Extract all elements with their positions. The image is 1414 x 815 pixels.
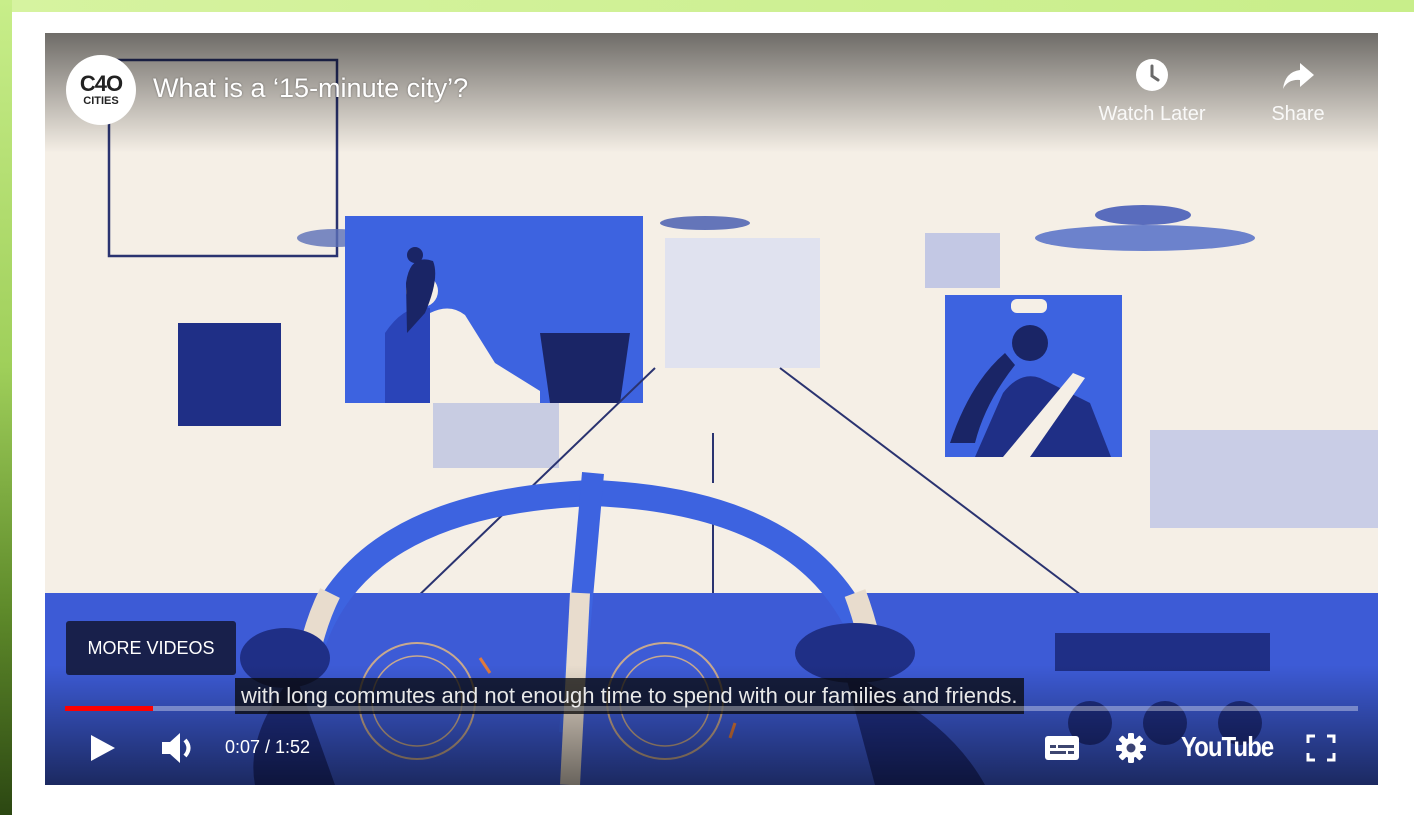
volume-button[interactable] [157,731,201,765]
time-display: 0:07 / 1:52 [225,737,311,757]
gear-icon [1116,733,1146,763]
youtube-logo-link[interactable]: YouTube [1181,731,1274,763]
channel-logo-sub-text: CITIES [83,95,119,107]
play-button[interactable] [85,731,119,765]
settings-button[interactable] [1113,731,1149,765]
page-frame-left [0,0,12,815]
share-button[interactable]: Share [1243,57,1353,126]
play-icon [91,735,115,761]
progress-bar[interactable] [65,706,1358,711]
share-label: Share [1271,103,1325,125]
video-player[interactable]: C4O CITIES What is a ‘15-minute city’? W… [45,33,1378,785]
watch-later-button[interactable]: Watch Later [1097,57,1207,126]
page-frame-top [0,0,1414,12]
channel-logo-main-text: C4O [79,71,123,96]
clock-icon [1136,59,1168,91]
subtitles-icon [1045,736,1079,760]
volume-icon [162,733,191,763]
video-title[interactable]: What is a ‘15-minute city’? [153,73,468,104]
fullscreen-icon [1306,734,1336,762]
more-videos-button[interactable]: MORE VIDEOS [66,621,236,675]
progress-played [65,706,153,711]
player-controls: 0:07 / 1:52 YouTube [45,723,1378,773]
watch-later-label: Watch Later [1098,103,1206,125]
subtitles-button[interactable] [1042,733,1082,763]
share-arrow-icon [1283,63,1314,89]
fullscreen-button[interactable] [1304,733,1338,763]
channel-logo[interactable]: C4O CITIES [66,55,136,125]
